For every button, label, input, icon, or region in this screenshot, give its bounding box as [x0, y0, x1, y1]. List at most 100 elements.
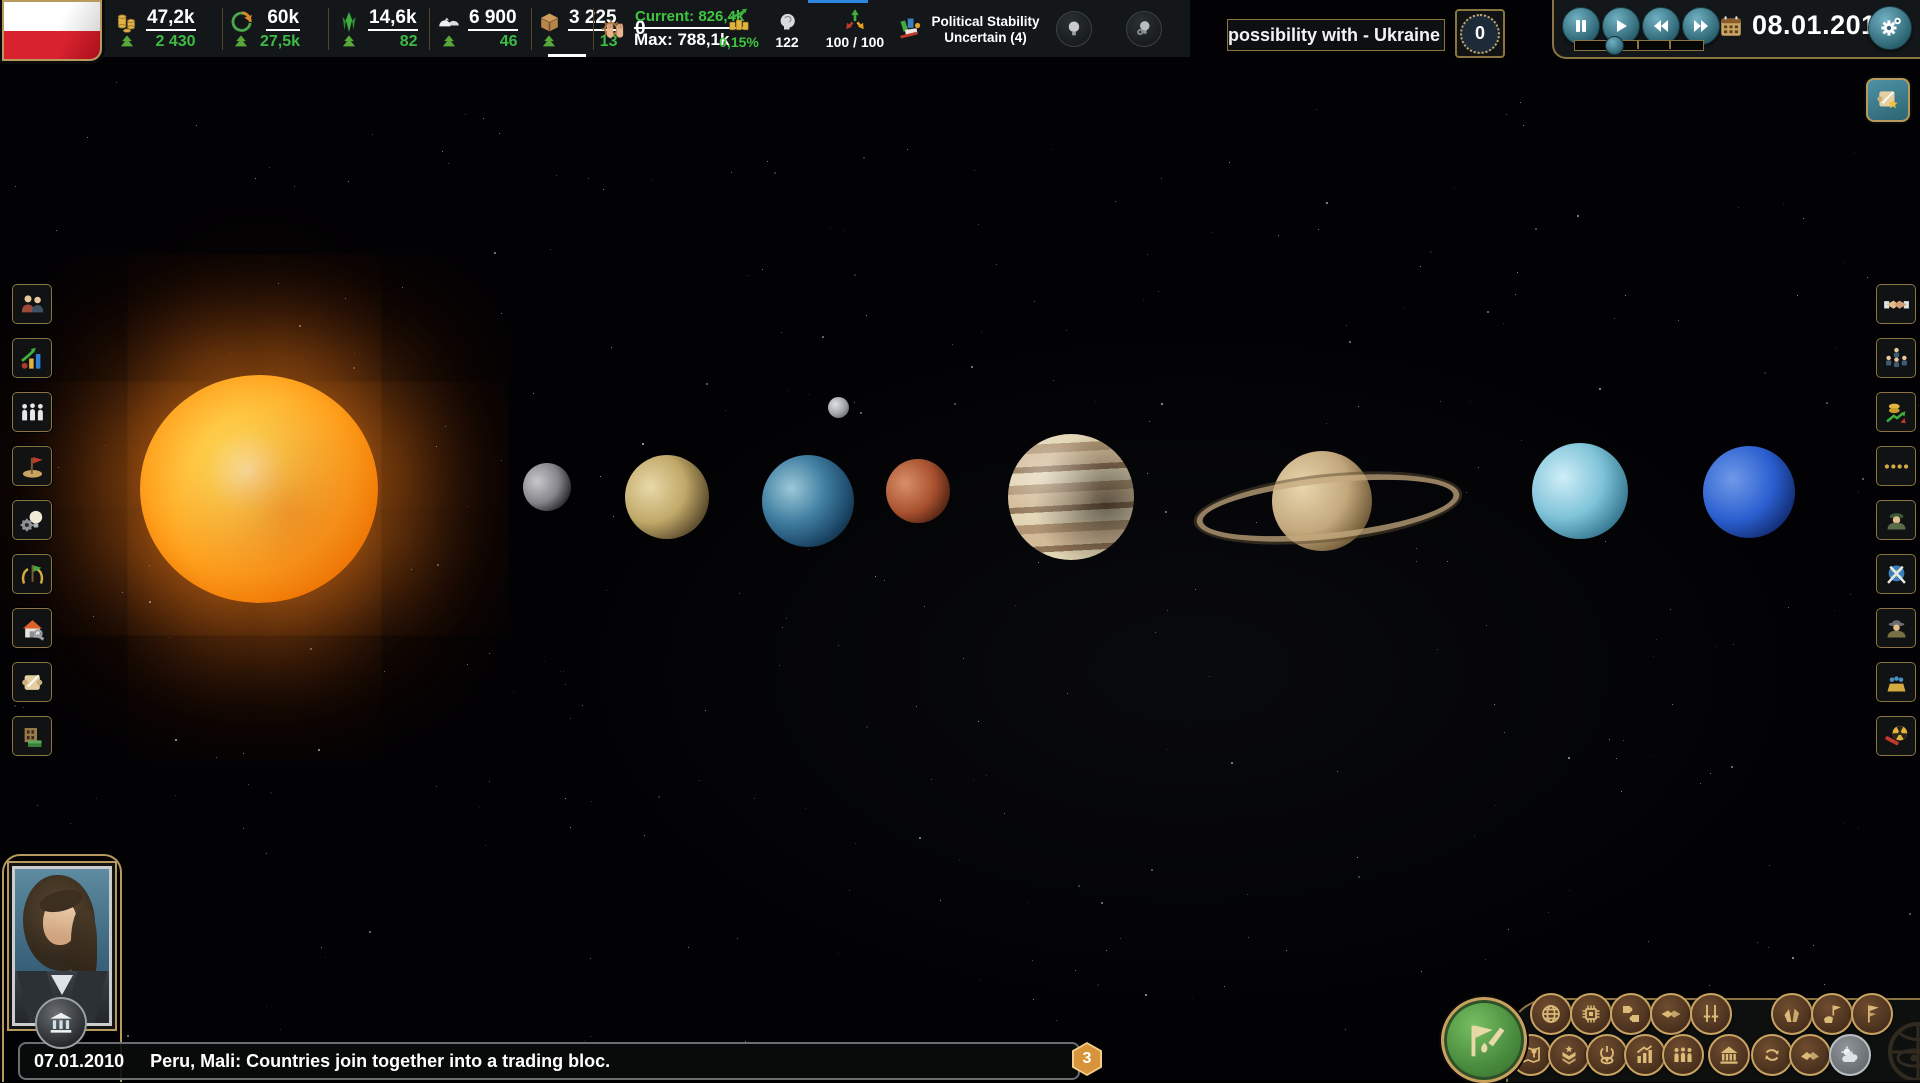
- mode-rank-button[interactable]: [1548, 1034, 1590, 1076]
- mode-puzzle-button[interactable]: [1610, 993, 1652, 1035]
- star: [116, 82, 117, 83]
- star: [1034, 301, 1035, 302]
- hand-flag-icon: [1820, 1002, 1844, 1026]
- play-icon: [1614, 19, 1628, 33]
- star: [122, 592, 123, 593]
- gold-bars-growth-icon: [725, 7, 753, 33]
- sidebar-prestige-button[interactable]: [12, 554, 52, 594]
- star: [570, 827, 571, 828]
- sidebar-research-button[interactable]: [12, 500, 52, 540]
- auto-hint-bulb-gear-button[interactable]: [1126, 11, 1162, 47]
- star: [489, 781, 490, 782]
- research-gear-bulb-icon: [19, 507, 46, 534]
- sidebar-market-button[interactable]: [1876, 392, 1916, 432]
- star: [788, 390, 789, 391]
- political-stability-icon: [896, 15, 924, 43]
- star: [467, 506, 468, 507]
- sidebar-construction-button[interactable]: [12, 608, 52, 648]
- resource-recycling[interactable]: 60k27,5k: [226, 0, 300, 57]
- sidebar-wars-button[interactable]: [1876, 554, 1916, 594]
- star: [1731, 766, 1733, 768]
- star: [838, 645, 839, 646]
- mode-globe-button[interactable]: [1530, 993, 1572, 1035]
- country-flag-poland[interactable]: [2, 0, 102, 61]
- sidebar-diplomacy-button[interactable]: [1876, 284, 1916, 324]
- flag-red-stripe: [4, 31, 100, 60]
- government-bank-badge[interactable]: [35, 997, 87, 1049]
- speed-slider-knob[interactable]: [1605, 36, 1624, 55]
- stability-group[interactable]: Political Stability Uncertain (4): [893, 0, 1043, 57]
- star: [489, 653, 490, 654]
- star: [1466, 492, 1467, 493]
- event-counter-badge[interactable]: 0: [1455, 9, 1505, 58]
- star: [1648, 941, 1649, 942]
- map-paint-mode-button[interactable]: [1441, 997, 1527, 1083]
- objectives-button[interactable]: [1866, 78, 1910, 122]
- star: [372, 134, 373, 135]
- sidebar-espionage-button[interactable]: [1876, 608, 1916, 648]
- planet-uranus: [1532, 443, 1628, 539]
- settings-button[interactable]: [1868, 6, 1912, 50]
- event-ticker[interactable]: r possibility with - Ukraine: [1227, 19, 1445, 51]
- star: [1656, 639, 1657, 640]
- star: [1710, 773, 1711, 774]
- star: [866, 726, 868, 728]
- sidebar-claims-button[interactable]: [12, 446, 52, 486]
- sidebar-government-button[interactable]: [12, 284, 52, 324]
- action-points-group[interactable]: 100 / 100: [820, 0, 890, 57]
- mode-statistics-button[interactable]: [1624, 1034, 1666, 1076]
- event-ticker-text: r possibility with - Ukraine: [1227, 25, 1444, 46]
- sidebar-population-button[interactable]: [12, 392, 52, 432]
- news-ticker-bar[interactable]: 07.01.2010 Peru, Mali: Countries join to…: [18, 1042, 1080, 1080]
- star: [731, 172, 732, 173]
- mode-wars-button[interactable]: [1690, 993, 1732, 1035]
- star: [600, 476, 601, 477]
- star: [318, 749, 320, 751]
- sidebar-military-button[interactable]: [1876, 500, 1916, 540]
- star: [1015, 605, 1016, 606]
- star: [345, 298, 346, 299]
- mode-nations-button[interactable]: [1851, 993, 1893, 1035]
- mode-surveillance-button[interactable]: [1586, 1034, 1628, 1076]
- star: [1716, 646, 1717, 647]
- sidebar-organizations-button[interactable]: [1876, 338, 1916, 378]
- resource-food[interactable]: 14,6k82: [334, 0, 418, 57]
- sidebar-economy-button[interactable]: [12, 338, 52, 378]
- mode-agreements-button[interactable]: [1650, 993, 1692, 1035]
- star: [37, 805, 38, 806]
- star: [1797, 295, 1798, 296]
- resource-minerals[interactable]: 6 90046: [434, 0, 518, 57]
- star: [652, 179, 653, 180]
- star: [590, 958, 591, 959]
- mode-weather-button-disabled[interactable]: [1829, 1034, 1871, 1076]
- sidebar-more-options-button[interactable]: [1876, 446, 1916, 486]
- mode-technology-button[interactable]: [1570, 993, 1612, 1035]
- recycling-value: 60k: [266, 7, 300, 31]
- research-group[interactable]: 122: [764, 0, 810, 57]
- star: [1404, 307, 1405, 308]
- game-speed-slider[interactable]: [1574, 40, 1704, 51]
- power-eye-icon: [1595, 1043, 1619, 1067]
- mode-relations-button[interactable]: [1789, 1034, 1831, 1076]
- hint-bulb-button[interactable]: [1056, 11, 1092, 47]
- mode-resources-button[interactable]: [1771, 993, 1813, 1035]
- resource-money[interactable]: 47,2k2 430: [112, 0, 196, 57]
- gear-icon: [1877, 15, 1903, 41]
- growth-group[interactable]: 0,15%: [712, 0, 766, 57]
- star: [1768, 947, 1769, 948]
- planet-mars: [886, 459, 950, 523]
- star: [1416, 561, 1417, 562]
- economy-chart-icon: [19, 345, 46, 372]
- mode-population-button[interactable]: [1662, 1034, 1704, 1076]
- mode-trade-cycle-button[interactable]: [1751, 1034, 1793, 1076]
- sidebar-budget-button[interactable]: [12, 716, 52, 756]
- sidebar-congress-button[interactable]: [1876, 662, 1916, 702]
- mode-government-button[interactable]: [1708, 1034, 1750, 1076]
- star: [973, 780, 974, 781]
- mode-claims-button[interactable]: [1811, 993, 1853, 1035]
- sidebar-laws-button[interactable]: [12, 662, 52, 702]
- star: [513, 691, 514, 692]
- sidebar-nuclear-button[interactable]: [1876, 716, 1916, 756]
- rank-star-icon: [1557, 1043, 1581, 1067]
- star: [1161, 178, 1162, 179]
